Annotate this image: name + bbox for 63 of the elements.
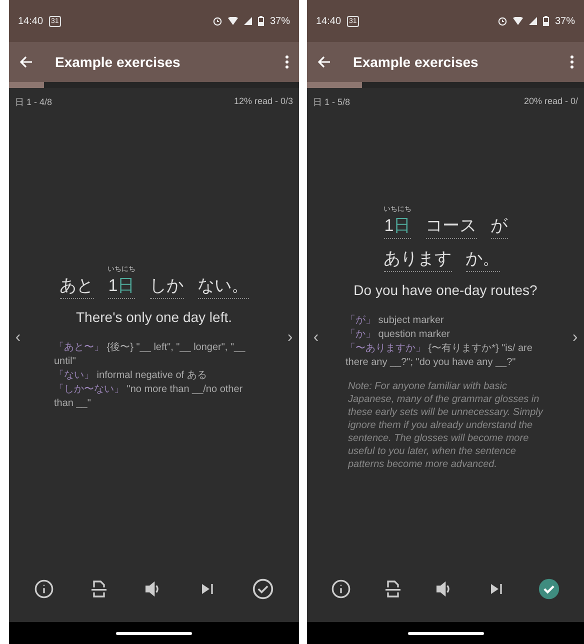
sentence-word[interactable]: か。 [466,247,500,272]
wifi-icon [512,17,523,25]
word-part: 日 [394,216,411,235]
back-icon[interactable] [19,55,33,69]
alarm-icon [498,16,507,26]
next-chevron[interactable]: › [566,328,584,346]
next-chevron[interactable]: › [281,328,299,346]
previous-chevron[interactable]: ‹ [9,328,27,346]
battery-icon [258,16,264,26]
word-part: コース [426,216,476,235]
gloss-line: 「あと〜」 {後〜} "__ left", "__ longer", "__ until" [54,341,246,369]
gloss-line: 「が」 subject marker [346,314,445,328]
gloss-line: 「しか〜ない」 "no more than __/no other than __" [54,383,244,411]
sentence-word[interactable]: しか [150,274,184,299]
set-label: 日 1 - 4/8 [15,96,52,109]
word-part: ない。 [198,276,248,295]
sentence-word[interactable]: あります [384,247,452,272]
back-icon[interactable] [317,55,331,69]
word-part: しか [150,276,184,295]
sentence-word[interactable]: 1日 [108,274,135,299]
screen-title: Example exercises [55,54,182,70]
more-menu-icon[interactable] [570,55,574,69]
check-circle-icon[interactable] [538,578,560,600]
sentence-word[interactable]: コース [426,214,476,239]
signal-icon [528,17,537,25]
translation: Do you have one-day routes? [354,282,538,298]
gloss-line: 「ない」 informal negative of ある [54,369,208,383]
status-time: 14:40 [316,16,342,26]
word-part: 1 [108,276,118,295]
info-icon[interactable] [34,579,54,599]
word-part: か。 [466,249,500,268]
read-label: 12% read - 0/3 [234,96,293,108]
status-time: 14:40 [18,16,44,26]
previous-chevron[interactable]: ‹ [307,328,325,346]
word-part: が [490,216,508,235]
battery-percent: 37% [554,16,575,26]
word-part: あと [60,276,94,295]
gloss-line: 「か」 question marker [346,328,451,342]
word-part: あります [384,249,452,268]
info-icon[interactable] [330,579,351,599]
home-indicator[interactable] [116,632,192,634]
battery-icon [542,16,549,26]
sentence-word[interactable]: 1日 [384,214,411,239]
alarm-icon [212,16,222,26]
sentence-word[interactable]: ない。 [198,274,248,299]
document-scan-icon[interactable] [382,579,403,599]
sentence-word[interactable]: が [490,214,508,239]
translation: There's only one day left. [76,309,232,325]
check-circle-icon[interactable] [252,578,274,600]
document-scan-icon[interactable] [88,579,109,599]
more-menu-icon[interactable] [285,55,289,69]
note-text: Note: For anyone familiar with basic Japanese, many of the grammar glosses in these early sets will be unnecessary. Simply ignore them if you already understand the sentence. The glosses will become more useful to you later, when the sentence patterns become more advanced. [348,380,543,471]
battery-percent: 37% [270,16,290,26]
wifi-icon [228,17,238,25]
set-label: 日 1 - 5/8 [313,96,350,109]
screen-title: Example exercises [353,54,480,70]
signal-icon [244,17,252,25]
read-label: 20% read - 0/ [524,96,578,108]
home-indicator[interactable] [408,632,484,634]
gloss-line: 「〜ありますか」 {〜有りますか*} "is/ are there any __?"; "do you have any __?" [346,342,534,370]
word-part: 1 [384,216,394,235]
word-part: 日 [118,276,135,295]
sentence-word[interactable]: あと [60,274,94,299]
